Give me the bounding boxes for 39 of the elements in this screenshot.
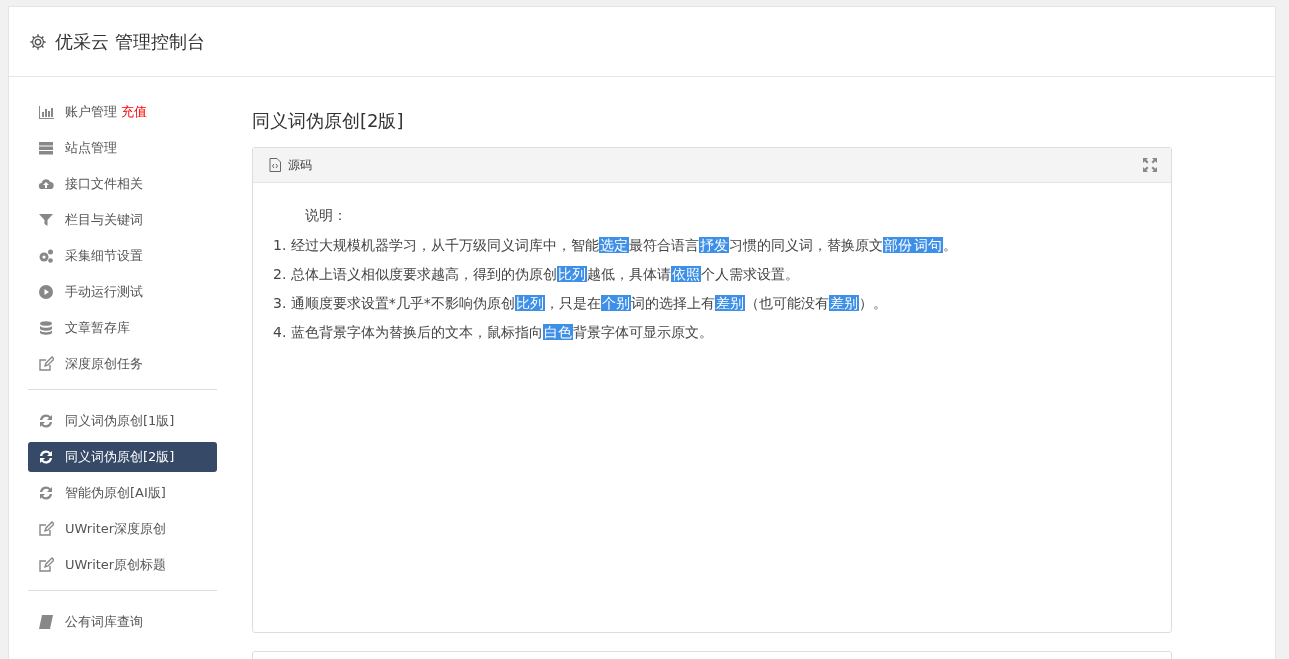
- sidebar-item[interactable]: 公有词库查询: [28, 607, 217, 637]
- panel-title: 源码: [288, 156, 313, 174]
- description-line: 3. 通顺度要求设置*几乎*不影响伪原创 比列，只是在个别词的选择上有差别（也可能没有差别）。: [273, 294, 888, 313]
- sidebar-item[interactable]: UWriter原创标题: [28, 550, 217, 580]
- sidebar-item[interactable]: 文章暂存库: [28, 313, 217, 343]
- description-heading: 说明：: [305, 207, 348, 225]
- play-icon: [38, 284, 54, 300]
- refresh-icon: [38, 449, 54, 465]
- sidebar-item[interactable]: 智能伪原创[AI版]: [28, 478, 217, 508]
- gears-icon: [38, 248, 54, 264]
- recharge-link[interactable]: 充值: [121, 103, 147, 121]
- edit-icon: [38, 557, 54, 573]
- code-file-icon: [269, 158, 281, 172]
- page-title: 同义词伪原创[2版]: [252, 109, 405, 133]
- edit-icon: [38, 356, 54, 372]
- sidebar-item[interactable]: 栏目与关键词: [28, 205, 217, 235]
- fullscreen-icon[interactable]: [1143, 158, 1157, 172]
- filter-icon: [38, 212, 54, 228]
- refresh-icon: [38, 485, 54, 501]
- sidebar-item[interactable]: 深度原创任务: [28, 349, 217, 379]
- cloud-upload-icon: [38, 176, 54, 192]
- sidebar-item[interactable]: 采集细节设置: [28, 241, 217, 271]
- refresh-icon: [38, 413, 54, 429]
- database-icon: [38, 320, 54, 336]
- description-line: 2. 总体上语义相似度要求越高，得到的伪原创 比列越低，具体请依照个人需求设置。: [273, 265, 800, 284]
- app-title: 优采云 管理控制台: [55, 29, 205, 54]
- description-line: 4. 蓝色背景字体为替换后的文本，鼠标指向 白色背景字体可显示原文。: [273, 323, 714, 342]
- sidebar-item[interactable]: UWriter深度原创: [28, 514, 217, 544]
- sidebar-item[interactable]: 站点管理: [28, 133, 217, 163]
- sidebar-item[interactable]: 接口文件相关: [28, 169, 217, 199]
- settings-icon: [29, 32, 47, 51]
- edit-icon: [38, 521, 54, 537]
- sidebar-item[interactable]: 同义词伪原创[2版]: [28, 442, 217, 472]
- server-icon: [38, 140, 54, 156]
- sidebar-item[interactable]: 同义词伪原创[1版]: [28, 406, 217, 436]
- description-line: 1. 经过大规模机器学习，从千万级同义词库中，智能选定最符合语言抒发习惯的同义词，替换原文部份词句。: [273, 236, 958, 255]
- bar-chart-icon: [38, 104, 54, 120]
- sidebar-item[interactable]: 手动运行测试: [28, 277, 217, 307]
- sidebar-item[interactable]: 账户管理 充值: [28, 97, 217, 127]
